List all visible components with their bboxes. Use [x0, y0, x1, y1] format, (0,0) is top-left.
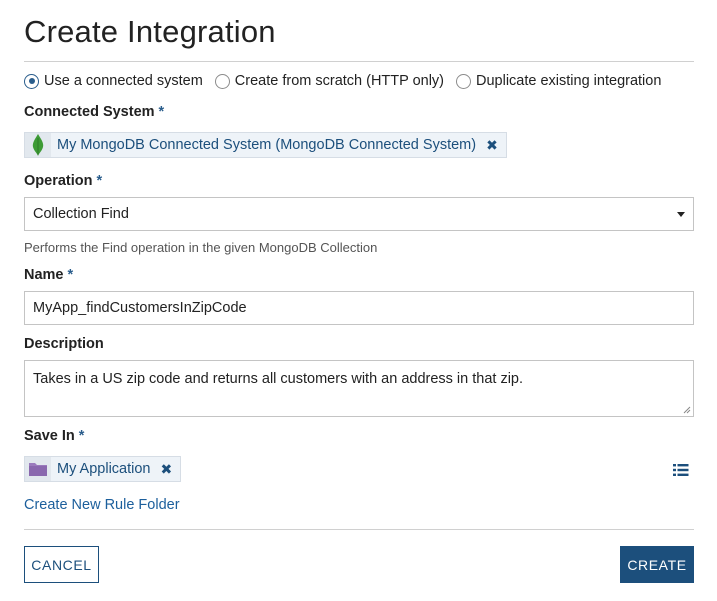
- title-divider: [24, 61, 694, 62]
- operation-label: Operation *: [24, 173, 102, 189]
- required-marker: *: [96, 173, 103, 189]
- save-in-label-text: Save In: [24, 428, 75, 444]
- radio-button-selected[interactable]: [24, 73, 39, 89]
- folder-icon: [25, 457, 51, 481]
- create-button[interactable]: CREATE: [620, 546, 694, 583]
- required-marker: *: [78, 428, 85, 444]
- source-radio-group: Use a connected system Create from scrat…: [24, 73, 673, 89]
- operation-help-text: Performs the Find operation in the given…: [24, 240, 378, 255]
- resize-handle-icon[interactable]: [683, 406, 691, 414]
- radio-button[interactable]: [456, 73, 472, 89]
- radio-label: Duplicate existing integration: [476, 73, 662, 89]
- list-icon[interactable]: [673, 463, 689, 477]
- radio-duplicate-existing[interactable]: Duplicate existing integration: [456, 73, 661, 89]
- remove-connected-system-icon[interactable]: ✖: [486, 137, 498, 154]
- save-in-chip[interactable]: My Application ✖: [24, 456, 182, 482]
- connected-system-value: My MongoDB Connected System (MongoDB Con…: [57, 137, 477, 153]
- description-textarea-value: Takes in a US zip code and returns all c…: [33, 371, 524, 387]
- radio-use-connected-system[interactable]: Use a connected system: [24, 73, 203, 89]
- connected-system-chip[interactable]: My MongoDB Connected System (MongoDB Con…: [24, 132, 507, 158]
- operation-label-text: Operation: [24, 173, 93, 189]
- name-input-value: MyApp_findCustomersInZipCode: [33, 300, 247, 316]
- save-in-value: My Application: [57, 461, 151, 477]
- save-in-label: Save In *: [24, 428, 84, 444]
- required-marker: *: [67, 267, 74, 283]
- caret-down-icon: [677, 212, 685, 217]
- radio-create-from-scratch[interactable]: Create from scratch (HTTP only): [214, 73, 445, 89]
- dialog-title: Create Integration: [24, 14, 276, 49]
- operation-select-value: Collection Find: [33, 206, 129, 222]
- name-label: Name *: [24, 267, 73, 283]
- required-marker: *: [158, 104, 165, 120]
- connected-system-label-text: Connected System: [24, 104, 155, 120]
- radio-button[interactable]: [214, 73, 230, 89]
- name-label-text: Name: [24, 267, 64, 283]
- connected-system-label: Connected System *: [24, 104, 164, 120]
- operation-select[interactable]: Collection Find: [24, 197, 694, 231]
- name-input[interactable]: MyApp_findCustomersInZipCode: [24, 291, 694, 325]
- radio-label: Create from scratch (HTTP only): [234, 73, 445, 89]
- radio-label: Use a connected system: [44, 73, 203, 89]
- description-label: Description: [24, 336, 104, 352]
- remove-save-in-icon[interactable]: ✖: [161, 461, 173, 478]
- description-label-text: Description: [24, 336, 104, 352]
- cancel-button[interactable]: CANCEL: [24, 546, 99, 583]
- create-new-rule-folder-link[interactable]: Create New Rule Folder: [24, 497, 180, 513]
- mongodb-leaf-icon: [25, 133, 51, 157]
- description-textarea[interactable]: Takes in a US zip code and returns all c…: [24, 360, 694, 417]
- footer-divider: [24, 529, 694, 530]
